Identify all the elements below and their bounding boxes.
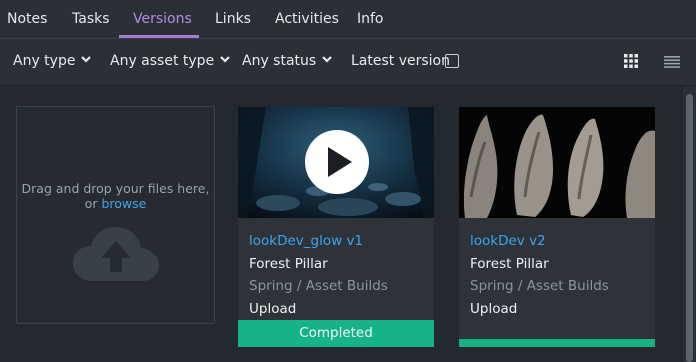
chevron-down-icon [322,56,332,63]
cloud-upload-icon [73,227,159,281]
version-type: Upload [249,301,297,317]
latest-version-checkbox[interactable] [445,54,459,68]
file-dropzone[interactable]: Drag and drop your files here, or browse [16,106,215,324]
version-type: Upload [470,301,518,317]
version-entity: Forest Pillar [249,256,328,272]
version-entity: Forest Pillar [470,256,549,272]
version-path: Spring / Asset Builds [249,278,388,294]
tab-activities[interactable]: Activities [275,0,339,38]
filter-bar: Any type Any asset type Any status Lates… [0,39,696,86]
status-filter-label: Any status [242,53,317,69]
version-card[interactable]: lookDev_glow v1 Forest Pillar Spring / A… [238,107,434,347]
version-title-link[interactable]: lookDev_glow v1 [249,233,363,249]
status-badge: Completed [238,320,434,347]
version-thumbnail[interactable] [238,107,434,218]
dropzone-text: Drag and drop your files here, or browse [17,181,214,211]
asset-type-filter-label: Any asset type [110,53,215,69]
list-view-icon[interactable] [664,56,680,68]
chevron-down-icon [81,56,92,63]
browse-link[interactable]: browse [101,196,146,211]
tab-notes[interactable]: Notes [7,0,47,38]
versions-grid: Drag and drop your files here, or browse [0,86,683,362]
tab-info[interactable]: Info [357,0,384,38]
grid-view-icon[interactable] [624,54,638,68]
version-title-link[interactable]: lookDev v2 [470,233,546,249]
type-filter-dropdown[interactable]: Any type [13,53,92,69]
tab-versions[interactable]: Versions [133,0,192,38]
version-path: Spring / Asset Builds [470,278,609,294]
asset-type-filter-dropdown[interactable]: Any asset type [110,53,230,69]
chevron-down-icon [220,56,230,63]
scrollbar[interactable] [683,86,696,362]
version-thumbnail[interactable] [459,107,655,218]
status-filter-dropdown[interactable]: Any status [242,53,332,69]
version-card[interactable]: lookDev v2 Forest Pillar Spring / Asset … [459,107,655,347]
tab-links[interactable]: Links [215,0,251,38]
active-tab-indicator [119,35,199,38]
status-badge [459,339,655,347]
latest-version-label: Latest version [351,53,450,69]
tab-bar: Notes Tasks Versions Links Activities In… [0,0,696,39]
tab-tasks[interactable]: Tasks [72,0,110,38]
type-filter-label: Any type [13,53,76,69]
scrollbar-thumb[interactable] [686,94,693,362]
